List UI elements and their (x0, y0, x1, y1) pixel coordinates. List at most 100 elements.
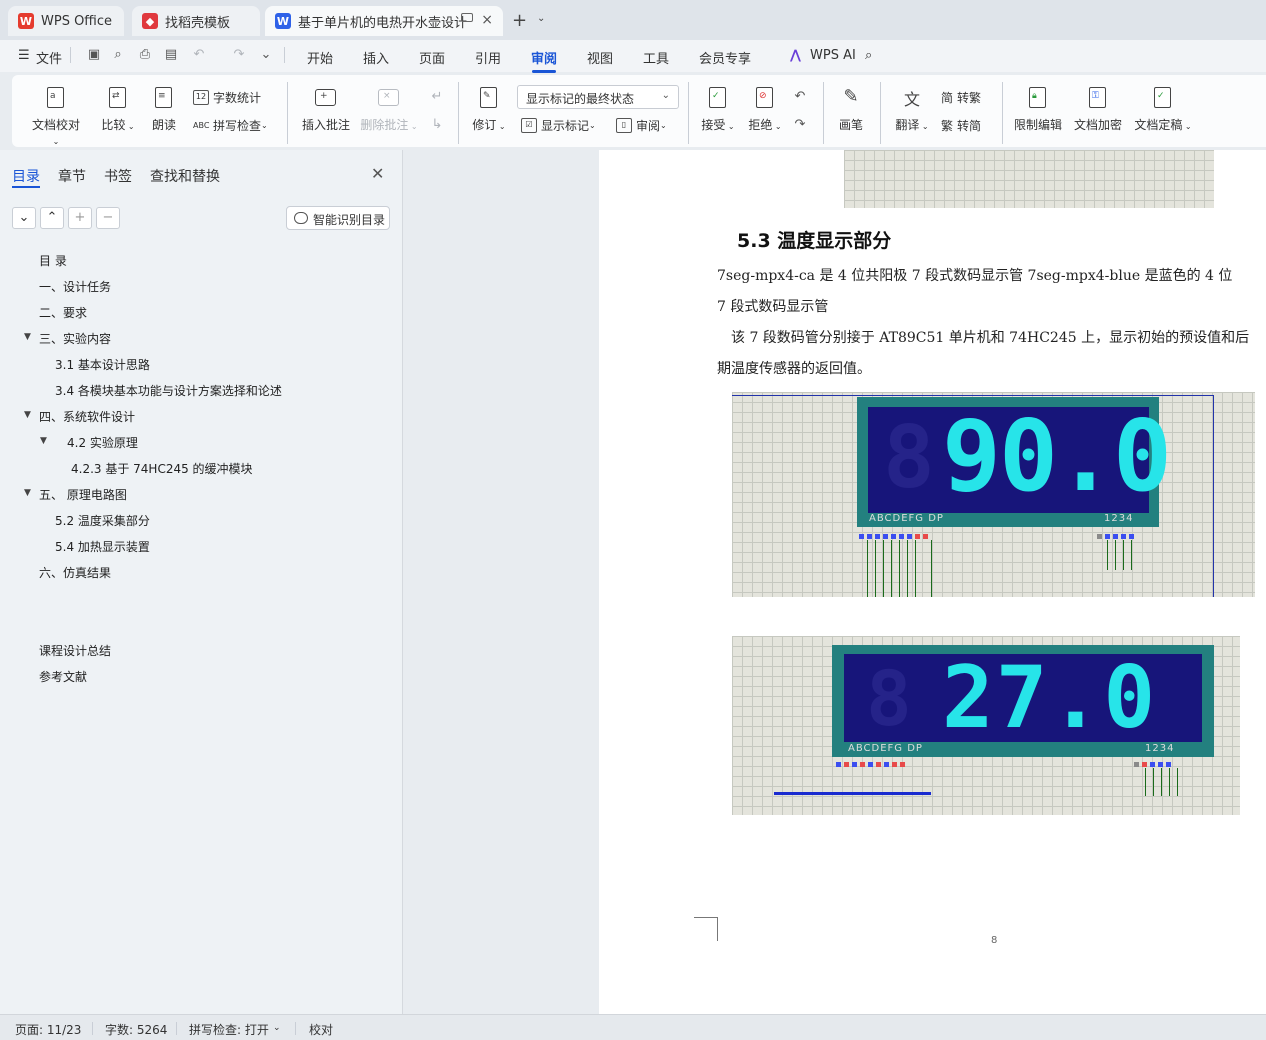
smart-toc-button[interactable]: 智能识别目录 (286, 206, 390, 230)
digit-label: 1234 (1145, 743, 1175, 754)
wps-ai-icon[interactable]: ⋀ (790, 48, 801, 63)
encrypt-button[interactable]: ⚿ 文档加密 (1073, 86, 1123, 133)
menu-wps-ai[interactable]: WPS AI (810, 48, 856, 63)
delete-comment-button[interactable]: × 删除批注 ⌄ (359, 86, 419, 133)
lcd-ghost-digit: 8 (883, 408, 935, 508)
next-change-icon[interactable]: ↷ (792, 117, 808, 133)
redo-icon[interactable]: ↷ (231, 47, 247, 63)
toc-item[interactable]: 一、设计任务 (39, 278, 111, 295)
next-comment-icon[interactable]: ↳ (429, 117, 445, 133)
remove-heading-icon[interactable]: − (96, 207, 120, 229)
sidebar-tab-find-replace[interactable]: 查找和替换 (150, 166, 220, 186)
status-proof[interactable]: 校对 (309, 1021, 333, 1038)
toc-item[interactable]: 四、系统软件设计 (39, 408, 135, 425)
toc-item[interactable]: 3.1 基本设计思路 (55, 356, 150, 373)
read-aloud-button[interactable]: ≡ 朗读 (148, 86, 180, 133)
navigation-pane: 目录 章节 书签 查找和替换 ✕ ⌄ ⌃ + − 智能识别目录 目 录 一、设计… (0, 150, 403, 1014)
toc-item[interactable]: 5.2 温度采集部分 (55, 512, 150, 529)
wps-logo-icon: W (18, 13, 34, 29)
compare-button[interactable]: ⇄ 比较 ⌄ (98, 86, 138, 133)
sidebar-tab-bookmarks[interactable]: 书签 (104, 166, 132, 186)
spell-chevron-icon[interactable]: ⌄ (273, 1023, 281, 1033)
brush-icon: ✎ (843, 86, 859, 107)
expand-down-icon[interactable]: ⌄ (12, 207, 36, 229)
collapse-triangle-icon[interactable]: ▼ (24, 488, 31, 498)
wire (1177, 768, 1178, 796)
toc-item[interactable]: 4.2 实验原理 (67, 434, 138, 451)
translate-button[interactable]: 文 翻译 ⌄ (892, 86, 932, 133)
menu-file[interactable]: 文件 (36, 48, 62, 67)
wire (1107, 540, 1108, 570)
new-tab-icon[interactable]: + (512, 10, 527, 31)
menu-page[interactable]: 页面 (419, 48, 445, 67)
search-icon[interactable]: ⌕ (865, 48, 872, 63)
toc-item[interactable]: 4.2.3 基于 74HC245 的缓冲模块 (71, 460, 253, 477)
restrict-edit-button[interactable]: 🔒︎ 限制编辑 (1013, 86, 1063, 133)
brush-button[interactable]: ✎ 画笔 (835, 86, 867, 133)
menu-insert[interactable]: 插入 (363, 48, 389, 67)
accept-button[interactable]: ✓ 接受 ⌄ (699, 86, 737, 133)
menu-home[interactable]: 开始 (307, 48, 333, 67)
menu-tools[interactable]: 工具 (643, 48, 669, 67)
hamburger-icon[interactable]: ☰ (18, 48, 30, 63)
sidebar-tab-toc[interactable]: 目录 (12, 166, 40, 186)
track-changes-button[interactable]: ✎ 修订 ⌄ (470, 86, 508, 133)
toc-item[interactable]: 三、实验内容 (39, 330, 111, 347)
insert-comment-button[interactable]: + 插入批注 (299, 86, 353, 133)
collapse-triangle-icon[interactable]: ▼ (40, 436, 47, 446)
print-icon[interactable]: ⎙ (137, 47, 153, 63)
tab-wps-office[interactable]: W WPS Office (8, 6, 124, 36)
to-simplified-button[interactable]: 繁 转简 (941, 117, 981, 134)
show-markup-button[interactable]: ☑ 显示标记 ⌄ (521, 117, 596, 134)
finalize-icon: ✓ (1154, 87, 1171, 108)
toc-item[interactable]: 二、要求 (39, 304, 87, 321)
review-pane-button[interactable]: ▯ 审阅 ⌄ (616, 117, 667, 134)
divider (287, 82, 288, 144)
proofread-button[interactable]: a 文档校对 ⌄ (28, 86, 84, 147)
delete-comment-icon: × (378, 89, 399, 106)
menu-review[interactable]: 审阅 (531, 48, 557, 67)
export-pdf-icon[interactable]: ⌕ (110, 47, 126, 63)
toc-item[interactable]: 参考文献 (39, 668, 87, 685)
save-icon[interactable]: ▣ (86, 47, 102, 63)
menu-reference[interactable]: 引用 (475, 48, 501, 67)
toc-item[interactable]: 3.4 各模块基本功能与设计方案选择和论述 (55, 382, 282, 399)
status-word-count[interactable]: 字数: 5264 (105, 1021, 167, 1038)
collapse-triangle-icon[interactable]: ▼ (24, 410, 31, 420)
status-page[interactable]: 页面: 11/23 (15, 1021, 81, 1038)
screen-icon[interactable] (461, 13, 473, 22)
toc-item[interactable]: 六、仿真结果 (39, 564, 111, 581)
tab-template[interactable]: ◆ 找稻壳模板 (132, 6, 260, 36)
finalize-button[interactable]: ✓ 文档定稿 ⌄ (1133, 86, 1193, 133)
menu-view[interactable]: 视图 (587, 48, 613, 67)
to-traditional-button[interactable]: 简 转繁 (941, 89, 981, 106)
toc-item[interactable]: 课程设计总结 (39, 642, 111, 659)
word-count-label: 字数统计 (213, 91, 262, 105)
toc-item[interactable]: 目 录 (39, 252, 67, 269)
collapse-triangle-icon[interactable]: ▼ (24, 332, 31, 342)
markup-state-select[interactable]: 显示标记的最终状态 ⌄ (517, 85, 679, 109)
status-spell-check[interactable]: 拼写检查: 打开 (189, 1021, 269, 1038)
reject-button[interactable]: ⊘ 拒绝 ⌄ (746, 86, 784, 133)
undo-icon[interactable]: ↶ (191, 47, 207, 63)
word-count-button[interactable]: 12 字数统计 (193, 89, 261, 106)
previous-change-icon[interactable]: ↶ (792, 89, 808, 105)
wire (1153, 768, 1154, 796)
close-pane-icon[interactable]: ✕ (371, 164, 384, 183)
toc-item[interactable]: 5.4 加热显示装置 (55, 538, 150, 555)
tab-list-chevron-icon[interactable]: ⌄ (537, 13, 545, 24)
to-traditional-label: 转繁 (957, 91, 982, 105)
close-tab-icon[interactable]: × (481, 12, 493, 28)
spell-check-button[interactable]: ABC 拼写检查 ⌄ (193, 117, 268, 134)
tab-document[interactable]: W 基于单片机的电热开水壶设计 × (265, 6, 503, 36)
add-heading-icon[interactable]: + (68, 207, 92, 229)
collapse-up-icon[interactable]: ⌃ (40, 207, 64, 229)
menu-member[interactable]: 会员专享 (699, 48, 751, 67)
document-page[interactable]: 5.3 温度显示部分 7seg-mpx4-ca 是 4 位共阳极 7 段式数码显… (599, 150, 1266, 1014)
more-chevron-icon[interactable]: ⌄ (258, 47, 274, 63)
sidebar-tab-chapters[interactable]: 章节 (58, 166, 86, 186)
toc-item[interactable]: 五、 原理电路图 (39, 486, 127, 503)
writer-logo-icon: W (275, 13, 291, 29)
print-preview-icon[interactable]: ▤ (163, 47, 179, 63)
previous-comment-icon[interactable]: ↵ (429, 89, 445, 105)
